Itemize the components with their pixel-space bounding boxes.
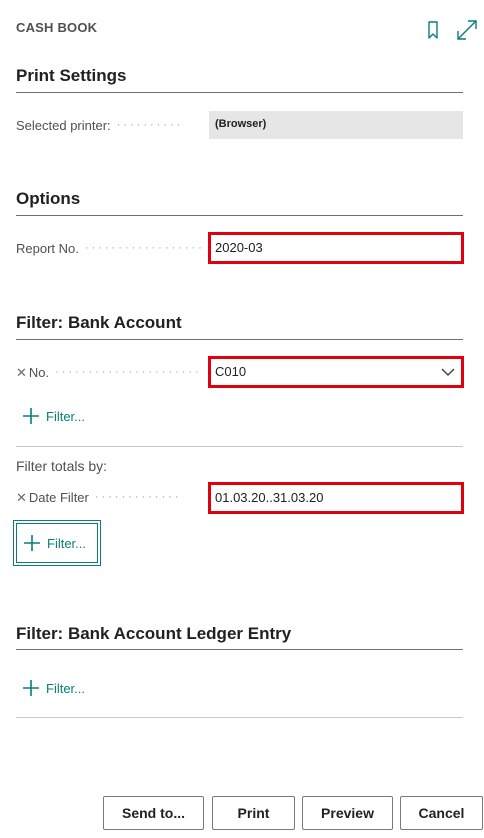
remove-filter-icon[interactable]: ✕ (16, 365, 27, 380)
section-divider (16, 92, 463, 93)
expand-icon[interactable] (454, 17, 480, 43)
section-divider (16, 339, 463, 340)
filter-totals-label: Filter totals by: (16, 458, 108, 474)
print-button[interactable]: Print (212, 796, 295, 830)
bookmark-icon[interactable] (420, 17, 446, 43)
selected-printer-label: Selected printer: ·········· (16, 118, 184, 133)
date-filter-label: ✕ Date Filter ············· (16, 490, 182, 505)
add-filter-totals-button[interactable]: Filter... (13, 520, 101, 566)
filter-ledger-entry-heading: Filter: Bank Account Ledger Entry (16, 624, 292, 643)
options-heading: Options (16, 189, 81, 208)
report-no-input[interactable]: 2020-03 (208, 232, 464, 264)
cash-book-dialog: CASH BOOK Print Settings Selected printe… (0, 0, 484, 838)
page-title: CASH BOOK (16, 20, 98, 35)
filter-bank-account-heading: Filter: Bank Account (16, 313, 182, 332)
date-filter-input[interactable]: 01.03.20..31.03.20 (208, 482, 464, 514)
filter-divider (16, 717, 463, 718)
section-divider (16, 215, 463, 216)
add-ledger-filter-button[interactable]: Filter... (22, 677, 85, 699)
no-filter-value: C010 (215, 364, 247, 379)
plus-icon (23, 534, 41, 552)
print-settings-heading: Print Settings (16, 66, 127, 85)
selected-printer-value: (Browser) (209, 111, 463, 139)
dialog-header: CASH BOOK (0, 0, 484, 60)
cancel-button[interactable]: Cancel (400, 796, 483, 830)
chevron-down-icon[interactable] (441, 367, 455, 377)
remove-filter-icon[interactable]: ✕ (16, 490, 27, 505)
no-filter-dropdown[interactable]: C010 (208, 356, 464, 388)
preview-button[interactable]: Preview (302, 796, 393, 830)
send-to-button[interactable]: Send to... (103, 796, 204, 830)
add-filter-button[interactable]: Filter... (22, 405, 85, 427)
filter-divider (16, 446, 463, 447)
plus-icon (22, 407, 40, 425)
plus-icon (22, 679, 40, 697)
section-divider (16, 649, 463, 650)
report-no-label: Report No.························ (16, 241, 204, 256)
no-filter-label: ✕ No. ······················ (16, 365, 202, 380)
dialog-footer: Send to... Print Preview Cancel (0, 796, 484, 830)
